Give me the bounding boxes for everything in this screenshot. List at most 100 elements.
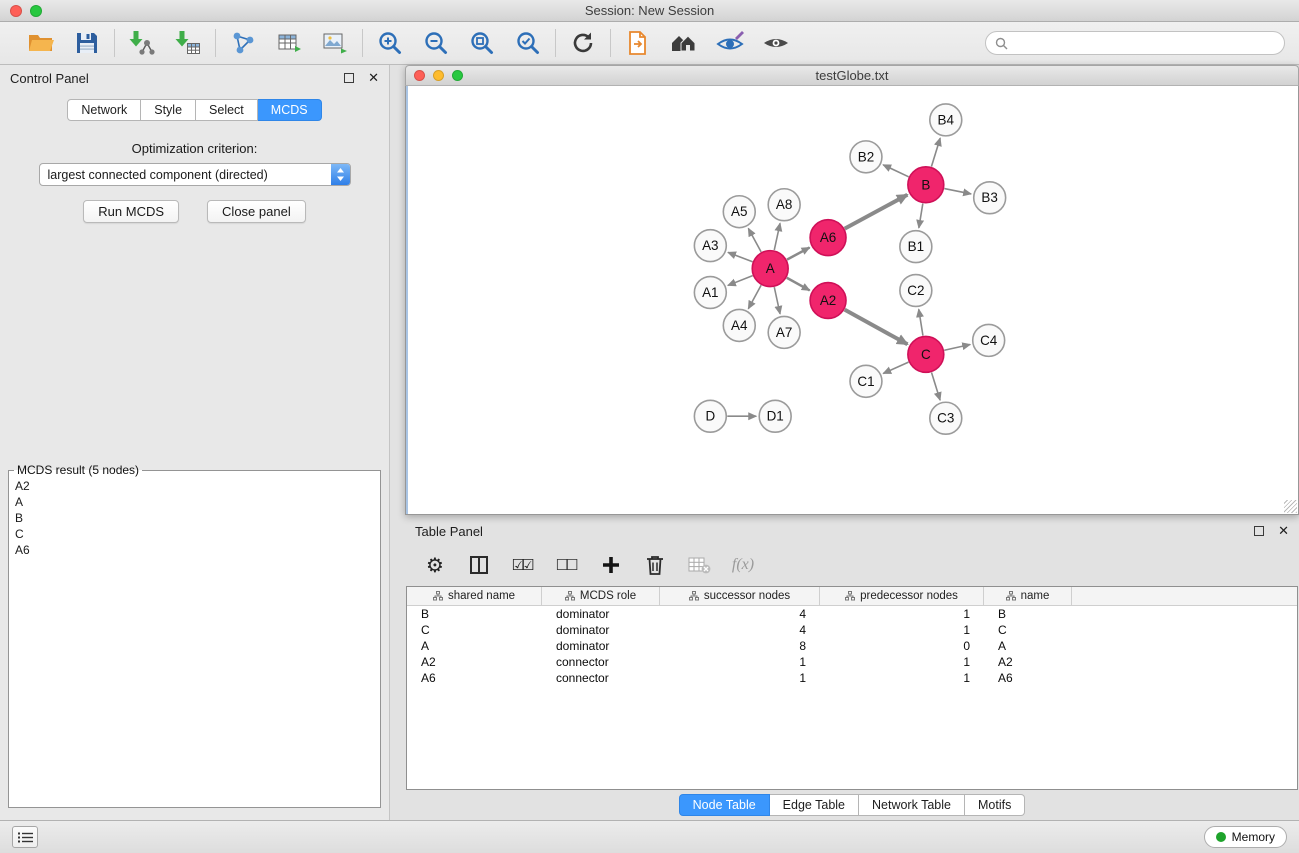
float-panel-icon[interactable]	[344, 73, 354, 83]
table-row[interactable]: Bdominator41B	[407, 606, 1297, 622]
close-panel-button[interactable]: Close panel	[207, 200, 306, 223]
table-row[interactable]: A6connector11A6	[407, 670, 1297, 686]
svg-text:A3: A3	[702, 238, 718, 253]
new-network-button[interactable]	[228, 28, 258, 58]
table-cell: B	[407, 607, 542, 621]
column-header-name[interactable]: name	[984, 587, 1072, 605]
zoom-out-button[interactable]	[421, 28, 451, 58]
view-group	[611, 28, 803, 58]
close-table-panel-icon[interactable]: ✕	[1278, 524, 1289, 539]
graph-node-B[interactable]: B	[908, 167, 944, 203]
open-session-button[interactable]	[26, 28, 56, 58]
new-table-button[interactable]	[274, 28, 304, 58]
graph-node-C4[interactable]: C4	[973, 324, 1005, 356]
mcds-result-list[interactable]: A2ABCA6	[12, 478, 377, 558]
graph-node-A1[interactable]: A1	[694, 277, 726, 309]
graph-node-C3[interactable]: C3	[930, 402, 962, 434]
zoom-fit-button[interactable]	[467, 28, 497, 58]
graph-node-A[interactable]: A	[752, 251, 788, 287]
show-panels-button[interactable]	[12, 826, 38, 848]
export-image-button[interactable]	[320, 28, 350, 58]
graph-node-C2[interactable]: C2	[900, 275, 932, 307]
refresh-icon	[570, 30, 596, 56]
mcds-result-item[interactable]: A6	[12, 542, 377, 558]
style-preview-button[interactable]	[715, 28, 745, 58]
graph-node-A2[interactable]: A2	[810, 283, 846, 319]
graph-node-A6[interactable]: A6	[810, 220, 846, 256]
graph-node-B2[interactable]: B2	[850, 141, 882, 173]
search-box[interactable]	[985, 31, 1285, 55]
network-close-button[interactable]	[414, 70, 425, 81]
svg-text:C4: C4	[980, 333, 998, 348]
table-row[interactable]: A2connector11A2	[407, 654, 1297, 670]
zoom-window-button[interactable]	[30, 5, 42, 17]
delete-table-button[interactable]	[687, 551, 711, 579]
tab-edge-table[interactable]: Edge Table	[770, 794, 859, 816]
tab-node-table[interactable]: Node Table	[679, 794, 770, 816]
table-cell: dominator	[542, 623, 660, 637]
criterion-dropdown[interactable]: largest connected component (directed)	[39, 163, 351, 186]
mcds-result-item[interactable]: A2	[12, 478, 377, 494]
float-table-panel-icon[interactable]	[1254, 526, 1264, 536]
show-columns-button[interactable]	[467, 551, 491, 579]
resize-handle-icon[interactable]	[1284, 500, 1297, 513]
graph-node-A4[interactable]: A4	[723, 309, 755, 341]
zoom-selected-button[interactable]	[513, 28, 543, 58]
mcds-result-item[interactable]: C	[12, 526, 377, 542]
save-session-button[interactable]	[72, 28, 102, 58]
svg-text:A1: A1	[702, 285, 718, 300]
table-row[interactable]: Cdominator41C	[407, 622, 1297, 638]
graph-node-A7[interactable]: A7	[768, 316, 800, 348]
function-builder-button[interactable]: f(x)	[731, 551, 755, 579]
graph-node-B4[interactable]: B4	[930, 104, 962, 136]
graph-node-D1[interactable]: D1	[759, 400, 791, 432]
column-header-shared-name[interactable]: shared name	[407, 587, 542, 605]
add-row-button[interactable]	[599, 551, 623, 579]
delete-row-button[interactable]	[643, 551, 667, 579]
mcds-result-item[interactable]: B	[12, 510, 377, 526]
tab-select[interactable]: Select	[196, 99, 258, 121]
graph-node-D[interactable]: D	[694, 400, 726, 432]
memory-button[interactable]: Memory	[1204, 826, 1287, 848]
graph-node-C1[interactable]: C1	[850, 365, 882, 397]
zoom-in-button[interactable]	[375, 28, 405, 58]
graph-node-A5[interactable]: A5	[723, 196, 755, 228]
table-row[interactable]: Adominator80A	[407, 638, 1297, 654]
tab-mcds[interactable]: MCDS	[258, 99, 322, 121]
refresh-network-button[interactable]	[568, 28, 598, 58]
table-panel: Table Panel ✕ ⚙ ☑☑ ☐☐	[405, 518, 1299, 820]
close-panel-icon[interactable]: ✕	[368, 71, 379, 86]
graph-node-B3[interactable]: B3	[974, 182, 1006, 214]
column-header-MCDS-role[interactable]: MCDS role	[542, 587, 660, 605]
svg-text:A2: A2	[820, 293, 836, 308]
statusbar: Memory	[0, 820, 1299, 853]
graph-node-B1[interactable]: B1	[900, 231, 932, 263]
column-header-predecessor-nodes[interactable]: predecessor nodes	[820, 587, 984, 605]
network-canvas[interactable]: B4 B2 B B3 A8 A5 A6 A3 B1 A C2 A1 A2 A4 A7 C4 C C1 C3 D D1	[405, 86, 1299, 515]
hide-preview-button[interactable]	[761, 28, 791, 58]
column-header-successor-nodes[interactable]: successor nodes	[660, 587, 820, 605]
network-minimize-button[interactable]	[433, 70, 444, 81]
import-table-button[interactable]	[173, 28, 203, 58]
tab-motifs[interactable]: Motifs	[965, 794, 1025, 816]
close-window-button[interactable]	[10, 5, 22, 17]
tab-network[interactable]: Network	[67, 99, 141, 121]
select-all-button[interactable]: ☑☑	[511, 551, 535, 579]
table-settings-button[interactable]: ⚙	[423, 551, 447, 579]
open-network-file-button[interactable]	[623, 28, 653, 58]
svg-text:A: A	[766, 261, 775, 276]
memory-status-dot	[1216, 832, 1226, 842]
tab-style[interactable]: Style	[141, 99, 196, 121]
import-network-button[interactable]	[127, 28, 157, 58]
mcds-result-item[interactable]: A	[12, 494, 377, 510]
deselect-all-button[interactable]: ☐☐	[555, 551, 579, 579]
tab-network-table[interactable]: Network Table	[859, 794, 965, 816]
home-button[interactable]	[669, 28, 699, 58]
graph-node-A8[interactable]: A8	[768, 189, 800, 221]
graph-node-C[interactable]: C	[908, 336, 944, 372]
network-zoom-button[interactable]	[452, 70, 463, 81]
run-mcds-button[interactable]: Run MCDS	[83, 200, 179, 223]
network-graph[interactable]: B4 B2 B B3 A8 A5 A6 A3 B1 A C2 A1 A2 A4 A7 C4 C C1 C3 D D1	[406, 86, 1298, 514]
search-input[interactable]	[1014, 36, 1275, 50]
graph-node-A3[interactable]: A3	[694, 230, 726, 262]
